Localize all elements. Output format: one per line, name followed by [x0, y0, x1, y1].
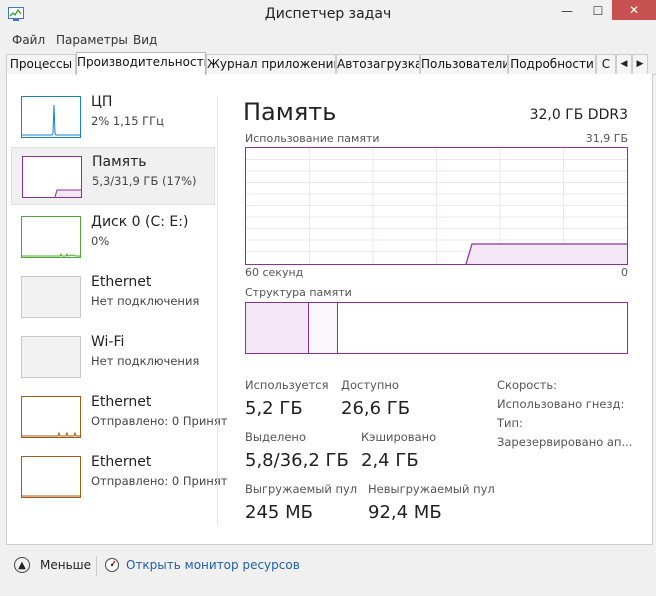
committed-value: 5,8/36,2 ГБ — [245, 450, 349, 471]
committed-label: Выделено — [245, 430, 306, 444]
nonpaged-pool-value: 92,4 МБ — [368, 502, 442, 523]
sidebar-label-ethernet-3: Ethernet — [91, 454, 152, 470]
memory-structure-label: Структура памяти — [245, 286, 352, 299]
open-resource-monitor-link[interactable]: Открыть монитор ресурсов — [126, 558, 300, 572]
graph-time-left: 60 секунд — [245, 266, 304, 279]
sidebar-label-wifi: Wi-Fi — [91, 334, 125, 350]
cpu-thumbnail-graph — [21, 96, 81, 138]
sidebar-label-disk: Диск 0 (C: E:) — [91, 214, 189, 230]
minimize-button[interactable]: — — [552, 0, 582, 22]
disk-thumbnail-graph — [21, 216, 81, 258]
maximize-icon: ☐ — [592, 4, 604, 18]
ethernet-3-thumbnail-graph — [21, 456, 81, 498]
sidebar-item-disk[interactable]: Диск 0 (C: E:) 0% — [11, 208, 213, 264]
hardware-reserved-label: Зарезервировано ап... — [497, 435, 633, 449]
in-use-value: 5,2 ГБ — [245, 398, 303, 419]
sidebar-value-ethernet-2: Отправлено: 0 Принят — [91, 414, 228, 428]
total-memory: 32,0 ГБ DDR3 — [529, 107, 628, 123]
slots-used-label: Использовано гнезд: — [497, 397, 625, 411]
in-use-label: Используется — [245, 378, 329, 392]
tab-users[interactable]: Пользователи — [420, 54, 508, 74]
tab-startup[interactable]: Автозагрузка — [336, 54, 420, 74]
menu-bar: Файл Параметры Вид — [0, 30, 656, 50]
sidebar-value-ethernet-1: Нет подключения — [91, 294, 200, 308]
fewer-details-button[interactable]: ▲ — [14, 557, 30, 573]
sidebar-item-ethernet-3[interactable]: Ethernet Отправлено: 0 Принят — [11, 448, 227, 504]
title-bar: Диспетчер задач — ☐ ✕ — [0, 0, 656, 30]
minimize-icon: — — [561, 4, 573, 18]
cached-label: Кэшировано — [361, 430, 437, 444]
footer-separator — [96, 556, 97, 576]
close-icon: ✕ — [628, 3, 640, 17]
memory-structure-svg — [246, 303, 338, 353]
menu-file[interactable]: Файл — [12, 33, 45, 47]
ethernet-2-thumbnail-graph — [21, 396, 81, 438]
chevron-up-icon: ▲ — [18, 560, 26, 571]
paged-pool-value: 245 МБ — [245, 502, 313, 523]
sidebar-item-cpu[interactable]: ЦП 2% 1,15 ГГц — [11, 88, 213, 144]
sidebar-divider — [217, 96, 218, 526]
sidebar-value-wifi: Нет подключения — [91, 354, 200, 368]
sidebar-item-ethernet-2[interactable]: Ethernet Отправлено: 0 Принят — [11, 388, 227, 444]
sidebar-value-disk: 0% — [91, 234, 110, 248]
tab-bar: Процессы Производительность Журнал прило… — [6, 52, 656, 75]
tab-scroll-left-icon[interactable]: ◀ — [616, 54, 632, 75]
sidebar-label-cpu: ЦП — [91, 94, 113, 110]
tab-processes[interactable]: Процессы — [6, 54, 76, 74]
footer-bar: ▲ Меньше Открыть монитор ресурсов — [0, 552, 656, 596]
tab-details[interactable]: Подробности — [508, 54, 596, 74]
fewer-details-label[interactable]: Меньше — [40, 558, 91, 572]
ethernet-1-thumbnail-graph — [21, 276, 81, 318]
menu-options[interactable]: Параметры — [56, 33, 128, 47]
wifi-thumbnail-graph — [21, 336, 81, 378]
sidebar-label-ethernet-2: Ethernet — [91, 394, 152, 410]
performance-panel: ЦП 2% 1,15 ГГц Память 5,3/31,9 ГБ (17%) … — [6, 74, 653, 545]
tab-services[interactable]: С — [596, 54, 616, 74]
memory-structure-bar — [245, 302, 628, 354]
available-value: 26,6 ГБ — [341, 398, 411, 419]
sidebar-label-memory: Память — [92, 154, 147, 170]
tab-scroll-right-icon[interactable]: ▶ — [632, 54, 648, 75]
nonpaged-pool-label: Невыгружаемый пул — [368, 482, 495, 496]
sidebar-value-cpu: 2% 1,15 ГГц — [91, 114, 165, 128]
available-label: Доступно — [341, 378, 399, 392]
graph-time-right: 0 — [621, 266, 628, 279]
cached-value: 2,4 ГБ — [361, 450, 419, 471]
menu-view[interactable]: Вид — [133, 33, 157, 47]
paged-pool-label: Выгружаемый пул — [245, 482, 358, 496]
sidebar-item-memory[interactable]: Память 5,3/31,9 ГБ (17%) — [11, 147, 215, 205]
memory-usage-graph-svg — [246, 148, 627, 265]
sidebar-value-memory: 5,3/31,9 ГБ (17%) — [92, 174, 197, 188]
sidebar-label-ethernet-1: Ethernet — [91, 274, 152, 290]
tab-performance[interactable]: Производительность — [76, 52, 206, 75]
memory-usage-max: 31,9 ГБ — [585, 132, 628, 145]
sidebar-value-ethernet-3: Отправлено: 0 Принят — [91, 474, 228, 488]
memory-usage-label: Использование памяти — [245, 132, 380, 145]
maximize-button[interactable]: ☐ — [584, 0, 612, 22]
close-button[interactable]: ✕ — [612, 0, 656, 20]
page-title: Память — [243, 98, 337, 126]
sidebar-item-wifi[interactable]: Wi-Fi Нет подключения — [11, 328, 213, 384]
tab-app-history[interactable]: Журнал приложений — [206, 54, 336, 74]
sidebar-item-ethernet-1[interactable]: Ethernet Нет подключения — [11, 268, 213, 324]
type-label: Тип: — [497, 416, 523, 430]
memory-usage-graph — [245, 147, 628, 265]
memory-thumbnail-graph — [22, 156, 82, 198]
resource-monitor-icon — [105, 558, 119, 572]
speed-label: Скорость: — [497, 378, 558, 392]
